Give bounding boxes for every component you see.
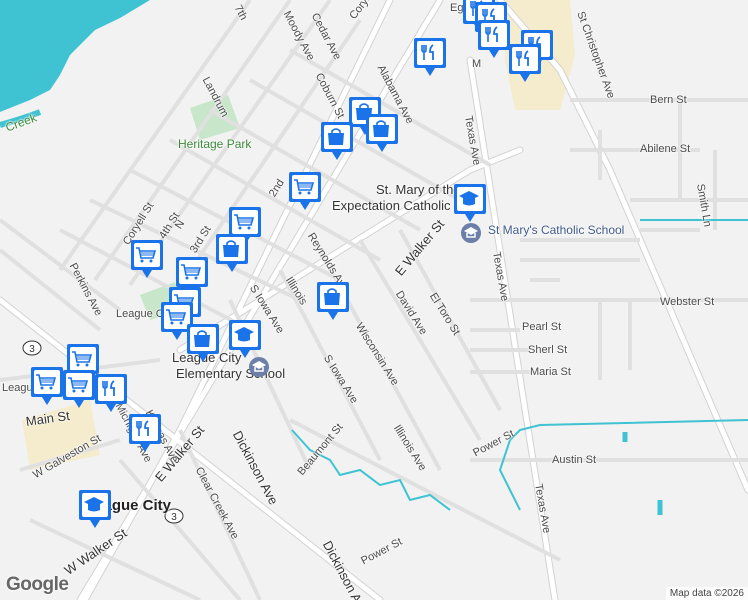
school-icon: [229, 320, 261, 358]
shopping-bag-icon: [366, 114, 398, 152]
map-marker[interactable]: [128, 412, 162, 454]
shopping-bag-icon: [321, 122, 353, 160]
svg-text:3: 3: [171, 512, 177, 523]
map-marker[interactable]: [453, 182, 487, 224]
map-marker[interactable]: [320, 120, 354, 162]
place-label-st-mary-church[interactable]: St. Mary of the: [376, 183, 461, 196]
map-marker[interactable]: [316, 280, 350, 322]
map-marker[interactable]: [30, 365, 64, 407]
shopping-cart-icon: [289, 172, 321, 210]
street-label: Webster St: [660, 296, 715, 308]
shopping-bag-icon: [317, 282, 349, 320]
restaurant-icon: [478, 20, 510, 58]
map-marker[interactable]: [365, 112, 399, 154]
shopping-bag-icon: [187, 324, 219, 362]
restaurant-icon: [414, 38, 446, 76]
street-label: Abilene St: [640, 143, 691, 155]
google-logo[interactable]: Google: [6, 574, 69, 596]
map-marker[interactable]: [477, 18, 511, 60]
map-marker[interactable]: [215, 232, 249, 274]
street-label: Sherl St: [528, 344, 568, 356]
place-label-st-marys-school[interactable]: St Mary's Catholic School: [488, 224, 624, 236]
map-canvas[interactable]: Egret B Cedar Ave Coryell St Moody Ave 7…: [0, 0, 748, 600]
street-label: Austin St: [552, 454, 597, 466]
restaurant-icon: [129, 414, 161, 452]
map-marker[interactable]: [186, 322, 220, 364]
svg-text:3: 3: [29, 344, 35, 355]
map-marker[interactable]: [288, 170, 322, 212]
map-marker[interactable]: [78, 488, 112, 530]
park-label: Heritage Park: [178, 137, 252, 151]
street-label: Pearl St: [522, 321, 562, 333]
map-marker[interactable]: [508, 42, 542, 84]
school-icon: [79, 490, 111, 528]
map-marker[interactable]: [228, 318, 262, 360]
map-marker[interactable]: [130, 238, 164, 280]
route-shield-icon: 3: [22, 340, 42, 356]
shopping-bag-icon: [216, 234, 248, 272]
shopping-cart-icon: [31, 367, 63, 405]
restaurant-icon: [509, 44, 541, 82]
street-label: Bern St: [650, 94, 687, 106]
school-icon: [454, 184, 486, 222]
map-marker[interactable]: [94, 372, 128, 414]
school-poi-icon[interactable]: [460, 222, 482, 244]
shopping-cart-icon: [63, 370, 95, 408]
map-marker[interactable]: [62, 368, 96, 410]
street-label: Maria St: [530, 366, 571, 378]
place-label-st-mary-church-line2[interactable]: Expectation Catholic: [332, 199, 451, 212]
shopping-cart-icon: [131, 240, 163, 278]
map-attribution[interactable]: Map data ©2026: [665, 587, 748, 600]
map-marker[interactable]: [413, 36, 447, 78]
restaurant-icon: [95, 374, 127, 412]
